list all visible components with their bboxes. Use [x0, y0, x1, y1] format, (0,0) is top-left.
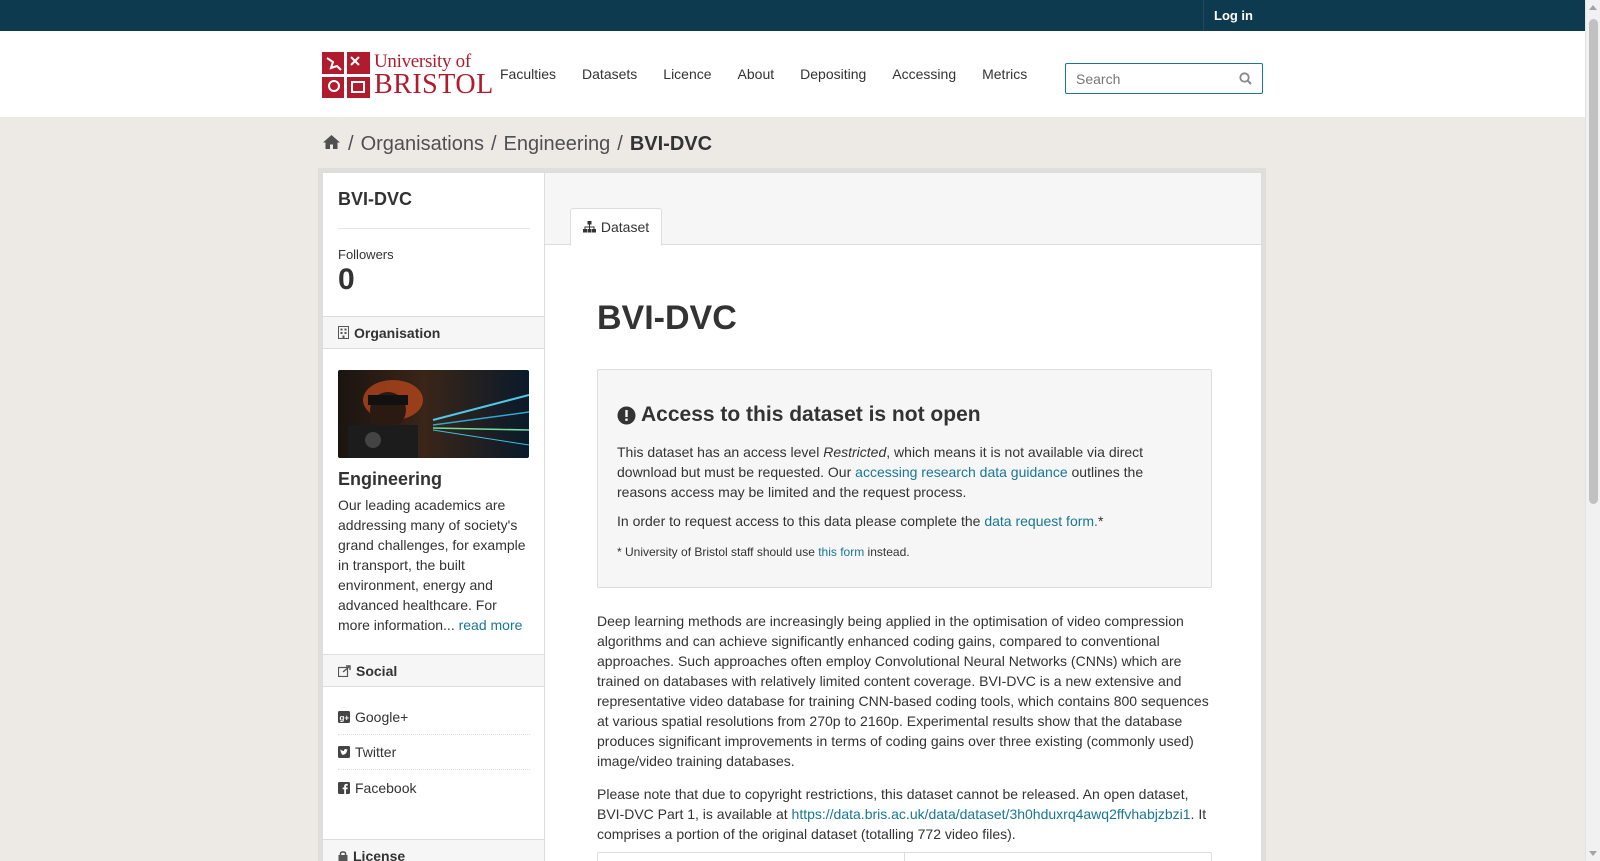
dataset-note: Please note that due to copyright restri… [597, 784, 1212, 844]
social-googleplus-link[interactable]: g+ Google+ [338, 700, 530, 735]
info-table [597, 852, 1212, 861]
notice-paragraph-1: This dataset has an access level Restric… [617, 442, 1187, 502]
search-icon[interactable] [1239, 72, 1252, 88]
table-cell [598, 853, 905, 861]
share-icon [338, 664, 351, 677]
twitter-icon [338, 746, 350, 758]
main-content: Dataset BVI-DVC Access to this dataset i… [545, 173, 1261, 861]
content-wrapper: BVI-DVC Followers 0 Organisation Enginee… [322, 172, 1262, 861]
followers-count: 0 [338, 263, 355, 296]
masthead: University of BRISTOL Faculties Datasets… [0, 31, 1600, 117]
breadcrumb-current[interactable]: BVI-DVC [630, 133, 712, 156]
organisation-description-text: Our leading academics are addressing man… [338, 497, 526, 633]
notice-p1-text-a: This dataset has an access level [617, 444, 824, 460]
guidance-link[interactable]: accessing research data guidance [855, 464, 1067, 480]
notice-paragraph-2: In order to request access to this data … [617, 511, 1187, 531]
university-logo[interactable]: University of BRISTOL [322, 51, 493, 99]
divider [338, 228, 530, 229]
scroll-up-arrow[interactable] [1589, 5, 1597, 10]
notice-title-text: Access to this dataset is not open [641, 403, 981, 426]
crest-icon [322, 52, 370, 98]
notice-title: Access to this dataset is not open [617, 403, 981, 427]
notice-p3-text-a: * University of Bristol staff should use [617, 545, 819, 559]
breadcrumb: / Organisations / Engineering / BVI-DVC [322, 133, 712, 156]
breadcrumb-separator: / [348, 133, 354, 155]
nav-metrics[interactable]: Metrics [982, 66, 1027, 82]
nav-faculties[interactable]: Faculties [500, 66, 556, 82]
license-heading-label: License [353, 847, 406, 861]
social-heading-label: Social [356, 662, 398, 679]
organisation-description: Our leading academics are addressing man… [338, 495, 532, 635]
page-scrollbar[interactable] [1585, 0, 1600, 861]
nav-about[interactable]: About [738, 66, 775, 82]
main-nav: Faculties Datasets Licence About Deposit… [500, 31, 1053, 117]
facebook-icon [338, 781, 350, 794]
social-heading: Social [323, 654, 544, 687]
google-plus-icon: g+ [338, 711, 350, 723]
access-level: Restricted [823, 444, 887, 460]
login-link[interactable]: Log in [1203, 0, 1263, 31]
building-icon [338, 326, 349, 339]
read-more-link[interactable]: read more [459, 617, 523, 633]
sidebar-title: BVI-DVC [338, 189, 413, 209]
dataset-description: Deep learning methods are increasingly b… [597, 613, 1209, 769]
breadcrumb-engineering[interactable]: Engineering [504, 133, 611, 156]
access-notice: Access to this dataset is not open This … [597, 369, 1212, 588]
organisation-heading-label: Organisation [354, 324, 441, 341]
nav-datasets[interactable]: Datasets [582, 66, 637, 82]
breadcrumb-separator: / [490, 133, 497, 155]
sidebar: BVI-DVC Followers 0 Organisation Enginee… [323, 173, 545, 861]
logo-line-1: University of [374, 50, 471, 72]
scroll-down-arrow[interactable] [1589, 851, 1597, 856]
organisation-image[interactable] [338, 370, 529, 458]
notice-p3-text-b: instead. [864, 545, 910, 559]
logo-wordmark: University of BRISTOL [374, 52, 494, 99]
staff-form-link[interactable]: this form [818, 545, 864, 559]
notice-paragraph-3: * University of Bristol staff should use… [617, 544, 1187, 560]
tab-dataset-label: Dataset [600, 219, 650, 235]
sitemap-icon [582, 221, 596, 233]
open-dataset-link[interactable]: https://data.bris.ac.uk/data/dataset/3h0… [792, 806, 1191, 822]
nav-accessing[interactable]: Accessing [892, 66, 956, 82]
license-heading: License [323, 839, 544, 861]
search-input[interactable] [1066, 64, 1226, 93]
notice-p2-asterisk: * [1097, 513, 1104, 529]
followers-label: Followers [338, 247, 394, 262]
search-box [1065, 63, 1263, 94]
social-twitter-label: Twitter [355, 744, 397, 760]
lock-icon [338, 850, 348, 861]
notice-p2-text-a: In order to request access to this data … [617, 513, 985, 529]
scrollbar-thumb[interactable] [1589, 19, 1598, 504]
organisation-heading: Organisation [323, 316, 544, 349]
tab-dataset[interactable]: Dataset [570, 208, 662, 246]
logo-line-2: BRISTOL [374, 68, 494, 100]
organisation-name[interactable]: Engineering [338, 469, 442, 490]
breadcrumb-organisations[interactable]: Organisations [361, 133, 484, 156]
svg-text:g+: g+ [340, 714, 350, 723]
breadcrumb-separator: / [617, 133, 623, 155]
tabs-bar: Dataset [545, 173, 1261, 246]
nav-licence[interactable]: Licence [663, 66, 711, 82]
home-icon[interactable] [322, 133, 341, 156]
top-bar: Log in [0, 0, 1600, 31]
data-request-form-link[interactable]: data request form. [984, 513, 1098, 529]
social-twitter-link[interactable]: Twitter [338, 735, 530, 770]
social-facebook-label: Facebook [355, 779, 417, 796]
social-facebook-link[interactable]: Facebook [338, 770, 530, 805]
dataset-title: BVI-DVC [597, 299, 737, 337]
nav-depositing[interactable]: Depositing [800, 66, 866, 82]
social-googleplus-label: Google+ [355, 709, 409, 725]
exclamation-circle-icon [617, 406, 636, 424]
